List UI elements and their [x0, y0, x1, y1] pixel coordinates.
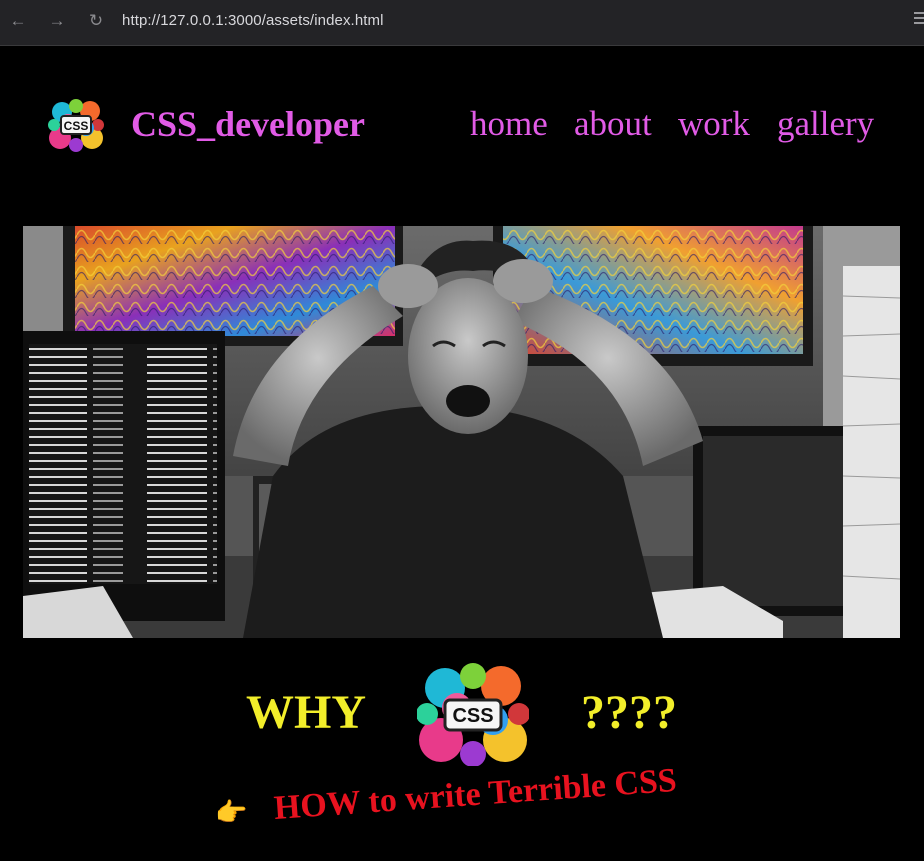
css-logo-icon[interactable]: CSS	[48, 98, 104, 152]
logo-text: CSS	[452, 705, 493, 727]
reload-icon[interactable]: ↻	[86, 11, 106, 31]
menu-icon[interactable]	[914, 12, 924, 28]
pointing-hand-icon: 👉	[215, 798, 248, 827]
logo-text: CSS	[64, 119, 89, 133]
address-bar[interactable]: http://127.0.0.1:3000/assets/index.html	[122, 12, 384, 29]
why-heading: WHY	[246, 686, 366, 739]
nav-link-home[interactable]: home	[470, 104, 548, 144]
nav-link-work[interactable]: work	[678, 104, 750, 144]
browser-toolbar: ← → ↻ http://127.0.0.1:3000/assets/index…	[0, 0, 924, 46]
css-flower-logo-icon: CSS	[417, 663, 529, 766]
nav-link-about[interactable]: about	[574, 104, 652, 144]
nav-link-gallery[interactable]: gallery	[777, 104, 874, 144]
question-marks: ????	[581, 686, 677, 739]
back-arrow-icon[interactable]: ←	[8, 11, 28, 31]
forward-arrow-icon[interactable]: →	[47, 11, 67, 31]
stressed-developer-icon	[23, 226, 900, 638]
site-brand[interactable]: CSS_developer	[131, 104, 365, 144]
hero-image	[23, 226, 900, 638]
how-to-link[interactable]: HOW to write Terrible CSS	[273, 762, 678, 828]
